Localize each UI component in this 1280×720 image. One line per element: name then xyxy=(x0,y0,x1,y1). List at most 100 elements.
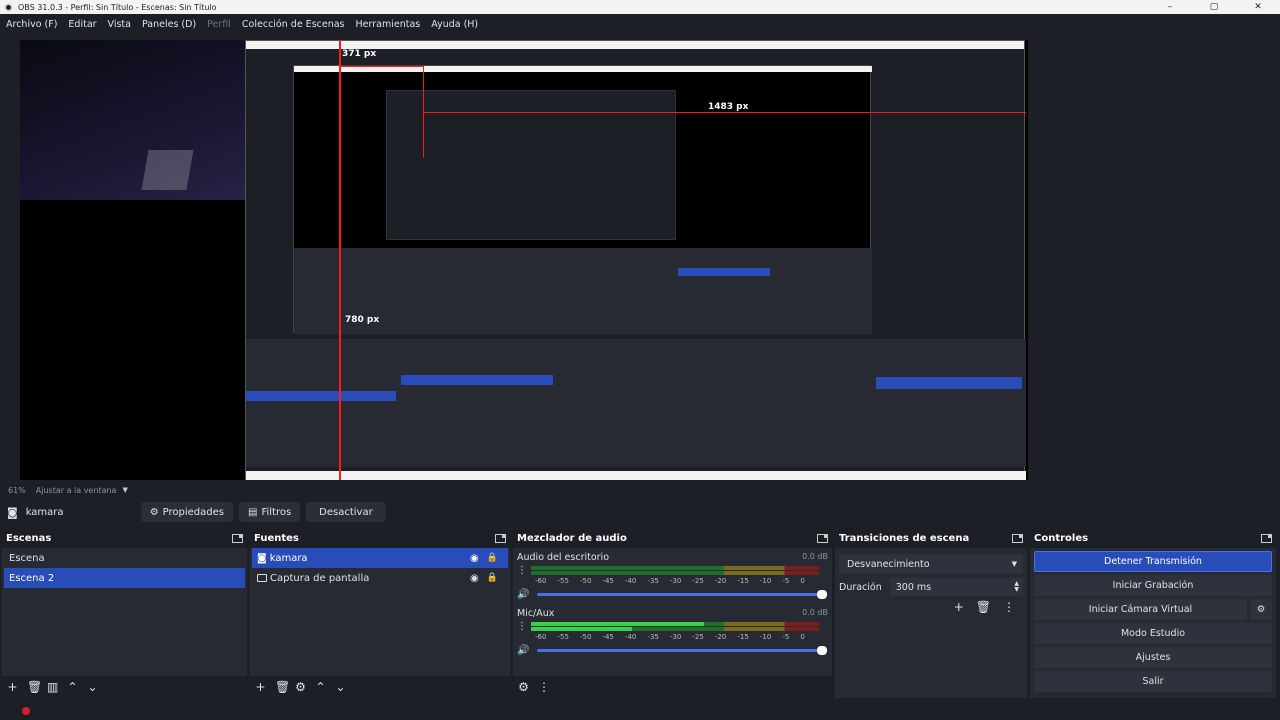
controls-title: Controles xyxy=(1034,532,1089,544)
camera-icon: ◙ xyxy=(257,552,267,564)
duration-row: Duración 300 ms ▲ ▼ xyxy=(839,578,1023,596)
scenes-dock-header: Escenas xyxy=(2,528,247,548)
properties-label: Propiedades xyxy=(162,506,224,518)
undock-icon[interactable] xyxy=(232,533,243,543)
menu-coleccion-escenas[interactable]: Colección de Escenas xyxy=(242,19,345,30)
sources-toolbar: + 🗑 ⚙ ⌃ ⌄ xyxy=(250,676,510,698)
undock-icon[interactable] xyxy=(495,533,506,543)
meter-ticks: -60 -55 -50 -45 -40 -35 -30 -25 -20 -15 -10 -5 0 xyxy=(535,633,805,641)
chevron-down-icon[interactable]: ▼ xyxy=(122,486,127,494)
preview-area[interactable]: 371 px 1483 px 780 px xyxy=(0,34,1280,482)
add-icon[interactable]: + xyxy=(954,600,964,614)
stop-stream-button[interactable]: Detener Transmisión xyxy=(1034,551,1272,572)
undock-icon[interactable] xyxy=(1261,533,1272,543)
volume-slider[interactable] xyxy=(537,590,828,599)
docks-row: Escenas Escena Escena 2 + 🗑 ▥ ⌃ ⌄ Fuente… xyxy=(0,528,1280,698)
chevron-down-icon: ▼ xyxy=(1011,560,1017,568)
sources-dock-header: Fuentes xyxy=(250,528,510,548)
audio-mixer-dock: Mezclador de audio Audio del escritorio … xyxy=(513,528,832,698)
volume-slider[interactable] xyxy=(537,646,828,655)
lock-icon[interactable]: 🔒 xyxy=(487,553,498,563)
kebab-menu-icon[interactable]: ⋮ xyxy=(517,621,531,632)
transition-tools: + 🗑 ⋮ xyxy=(835,600,1015,614)
settings-button[interactable]: Ajustes xyxy=(1034,647,1272,668)
duration-label: Duración xyxy=(839,581,882,593)
add-icon[interactable]: + xyxy=(255,680,266,694)
kebab-menu-icon[interactable]: ⋮ xyxy=(538,680,550,694)
zoom-level: 61% xyxy=(8,485,26,495)
eye-icon[interactable]: ◉ xyxy=(470,573,479,584)
menu-editar[interactable]: Editar xyxy=(68,19,96,30)
menu-vista[interactable]: Vista xyxy=(108,19,131,30)
close-button[interactable]: ✕ xyxy=(1236,2,1280,12)
menu-herramientas[interactable]: Herramientas xyxy=(356,19,421,30)
menu-bar: Archivo (F) Editar Vista Paneles (D) Per… xyxy=(0,14,1280,34)
scenes-title: Escenas xyxy=(6,532,52,544)
spin-arrows-icon[interactable]: ▲ ▼ xyxy=(1014,581,1019,593)
mixer-channel: Mic/Aux 0.0 dB ⋮ -60 -55 -50 -45 -40 -35 -30 -2… xyxy=(513,604,832,656)
audio-meter xyxy=(531,621,819,632)
undock-icon[interactable] xyxy=(1012,533,1023,543)
eye-icon[interactable]: ◉ xyxy=(470,553,479,564)
kebab-menu-icon[interactable]: ⋮ xyxy=(517,565,531,576)
scene-item[interactable]: Escena xyxy=(4,548,245,568)
channel-db: 0.0 dB xyxy=(802,608,828,617)
studio-mode-button[interactable]: Modo Estudio xyxy=(1034,623,1272,644)
kebab-menu-icon[interactable]: ⋮ xyxy=(1003,600,1015,614)
arrow-up-icon[interactable]: ⌃ xyxy=(67,680,78,694)
source-item-selected[interactable]: ◙ kamara ◉ 🔒 xyxy=(252,548,508,568)
advanced-audio-icon[interactable]: ⚙ xyxy=(518,680,529,694)
measure-line-top xyxy=(339,66,423,67)
trash-icon[interactable]: 🗑 xyxy=(27,680,42,694)
arrow-down-icon[interactable]: ⌄ xyxy=(87,680,98,694)
scenes-toolbar: + 🗑 ▥ ⌃ ⌄ xyxy=(2,676,247,698)
status-bar xyxy=(0,702,1280,720)
trash-icon[interactable]: 🗑 xyxy=(976,600,991,614)
deactivate-label: Desactivar xyxy=(319,506,373,518)
sources-dock: Fuentes ◙ kamara ◉ 🔒 Captura de pantalla… xyxy=(250,528,510,698)
transition-select[interactable]: Desvanecimiento ▼ xyxy=(839,554,1023,574)
maximize-button[interactable]: ▢ xyxy=(1192,2,1236,12)
sources-title: Fuentes xyxy=(254,532,299,544)
gear-icon[interactable]: ⚙ xyxy=(295,680,306,694)
start-virtual-camera-button[interactable]: Iniciar Cámara Virtual xyxy=(1034,599,1247,620)
scenes-dock: Escenas Escena Escena 2 + 🗑 ▥ ⌃ ⌄ xyxy=(2,528,247,698)
deactivate-button[interactable]: Desactivar xyxy=(306,502,386,522)
source-context-bar: ◙ kamara ⚙ Propiedades ▤ Filtros Desacti… xyxy=(0,500,1280,524)
mixer-channel: Audio del escritorio 0.0 dB ⋮ -60 -55 -50-… xyxy=(513,548,832,600)
duration-input[interactable]: 300 ms ▲ ▼ xyxy=(889,578,1023,596)
arrow-up-icon[interactable]: ⌃ xyxy=(315,680,326,694)
camera-icon: ◙ xyxy=(7,505,18,519)
start-recording-button[interactable]: Iniciar Grabación xyxy=(1034,575,1272,596)
properties-button[interactable]: ⚙ Propiedades xyxy=(140,502,233,522)
add-icon[interactable]: + xyxy=(7,680,18,694)
filters-label: Filtros xyxy=(261,506,292,518)
current-source-name: kamara xyxy=(25,506,64,518)
lock-icon[interactable]: 🔒 xyxy=(487,573,498,583)
zoom-bar: 61% Ajustar a la ventana ▼ xyxy=(0,482,1280,498)
filter-icon: ▤ xyxy=(247,506,258,518)
filters-button[interactable]: ▤ Filtros xyxy=(238,502,301,522)
menu-paneles[interactable]: Paneles (D) xyxy=(142,19,196,30)
minimize-button[interactable]: – xyxy=(1148,2,1192,12)
gear-icon[interactable]: ⚙ xyxy=(1250,599,1272,620)
window-titlebar: OBS 31.0.3 - Perfil: Sin Título - Escena… xyxy=(0,0,1280,14)
arrow-down-icon[interactable]: ⌄ xyxy=(335,680,346,694)
exit-button[interactable]: Salir xyxy=(1034,671,1272,692)
scene-item-selected[interactable]: Escena 2 xyxy=(4,568,245,588)
speaker-icon[interactable]: 🔊 xyxy=(517,589,529,600)
obs-logo-icon xyxy=(4,2,13,12)
filter-icon[interactable]: ▥ xyxy=(47,680,58,694)
trash-icon[interactable]: 🗑 xyxy=(275,680,290,694)
menu-ayuda[interactable]: Ayuda (H) xyxy=(431,19,478,30)
menu-perfil[interactable]: Perfil xyxy=(207,19,231,30)
channel-name: Audio del escritorio xyxy=(517,552,610,563)
mixer-title: Mezclador de audio xyxy=(517,532,627,544)
undock-icon[interactable] xyxy=(817,533,828,543)
menu-archivo[interactable]: Archivo (F) xyxy=(6,19,57,30)
fit-window-dropdown[interactable]: Ajustar a la ventana xyxy=(36,486,117,495)
speaker-icon[interactable]: 🔊 xyxy=(517,645,529,656)
source-item[interactable]: Captura de pantalla ◉ 🔒 xyxy=(252,568,508,588)
preview-canvas[interactable]: 371 px 1483 px 780 px xyxy=(20,40,1028,480)
record-icon xyxy=(22,707,30,715)
